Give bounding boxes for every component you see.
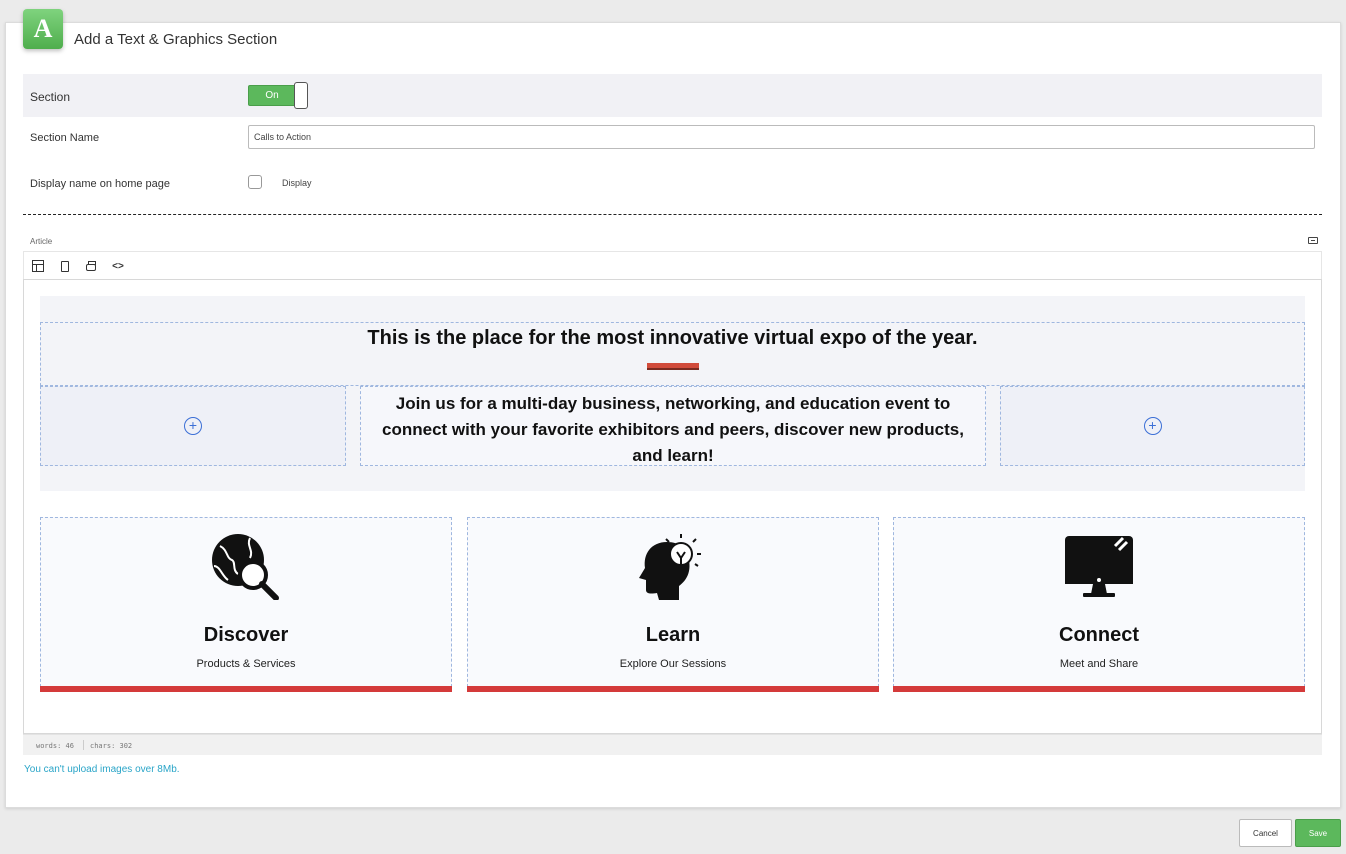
status-separator <box>83 740 84 750</box>
card-title: Discover <box>203 624 289 646</box>
card-subtitle: Explore Our Sessions <box>619 658 727 670</box>
hero-title-block[interactable]: This is the place for the most innovativ… <box>40 322 1305 386</box>
card-title: Connect <box>1059 624 1139 646</box>
save-button[interactable]: Save <box>1295 819 1341 847</box>
display-name-label: Display name on home page <box>30 178 171 190</box>
print-icon[interactable] <box>85 260 97 272</box>
mobile-preview-icon[interactable] <box>59 260 71 272</box>
editor-header: Article <box>23 231 1322 251</box>
article-editor: Article <> This is the place for the mos… <box>23 231 1322 755</box>
hero-body-cell[interactable]: Join us for a multi-day business, networ… <box>360 386 986 466</box>
section-name-row: Section Name <box>23 121 1322 153</box>
template-icon[interactable] <box>32 260 44 272</box>
editor-status-bar: words: 46 chars: 302 <box>23 734 1322 755</box>
card-title: Learn <box>645 624 701 646</box>
feature-card-connect[interactable]: Connect Meet and Share <box>893 517 1305 692</box>
editor-label: Article <box>30 237 53 246</box>
add-content-icon[interactable]: + <box>1143 417 1162 435</box>
head-lightbulb-icon <box>639 534 701 600</box>
toggle-on-label: On <box>248 85 296 106</box>
globe-search-icon <box>212 534 279 600</box>
app-logo: A <box>23 9 63 49</box>
cancel-button[interactable]: Cancel <box>1239 819 1292 847</box>
toggle-knob[interactable] <box>294 82 308 109</box>
word-count: words: 46 <box>36 742 74 750</box>
display-checkbox-label[interactable]: Display <box>282 178 312 188</box>
hero-body[interactable]: Join us for a multi-day business, networ… <box>361 387 985 469</box>
section-label: Section <box>30 90 71 104</box>
card-subtitle: Products & Services <box>196 658 296 670</box>
char-count: chars: 302 <box>90 742 133 750</box>
display-name-row: Display name on home page Display <box>23 166 1322 198</box>
panel-title: Add a Text & Graphics Section <box>74 31 278 48</box>
card-subtitle: Meet and Share <box>1059 658 1139 670</box>
card-accent-bar <box>893 686 1305 692</box>
empty-cell-left[interactable]: + <box>40 386 346 466</box>
section-divider <box>23 214 1322 215</box>
keyboard-icon[interactable] <box>1308 237 1318 244</box>
monitor-icon <box>1065 536 1133 597</box>
add-content-icon[interactable]: + <box>184 417 202 435</box>
hero-accent-rule <box>647 363 699 370</box>
code-icon[interactable]: <> <box>112 260 124 272</box>
editor-canvas[interactable]: This is the place for the most innovativ… <box>23 279 1322 734</box>
hero-title[interactable]: This is the place for the most innovativ… <box>41 327 1304 350</box>
hero-block: This is the place for the most innovativ… <box>40 296 1305 491</box>
section-toggle-row: Section On <box>23 74 1322 117</box>
editor-toolbar: <> <box>23 251 1322 279</box>
section-name-label: Section Name <box>30 132 100 144</box>
upload-limit-note: You can't upload images over 8Mb. <box>24 764 180 775</box>
feature-card-discover[interactable]: Discover Products & Services <box>40 517 452 692</box>
card-accent-bar <box>467 686 879 692</box>
feature-card-learn[interactable]: Learn Explore Our Sessions <box>467 517 879 692</box>
section-toggle[interactable]: On <box>248 82 308 109</box>
card-accent-bar <box>40 686 452 692</box>
section-name-input[interactable] <box>248 125 1315 149</box>
display-checkbox[interactable] <box>248 175 262 189</box>
empty-cell-right[interactable]: + <box>1000 386 1305 466</box>
